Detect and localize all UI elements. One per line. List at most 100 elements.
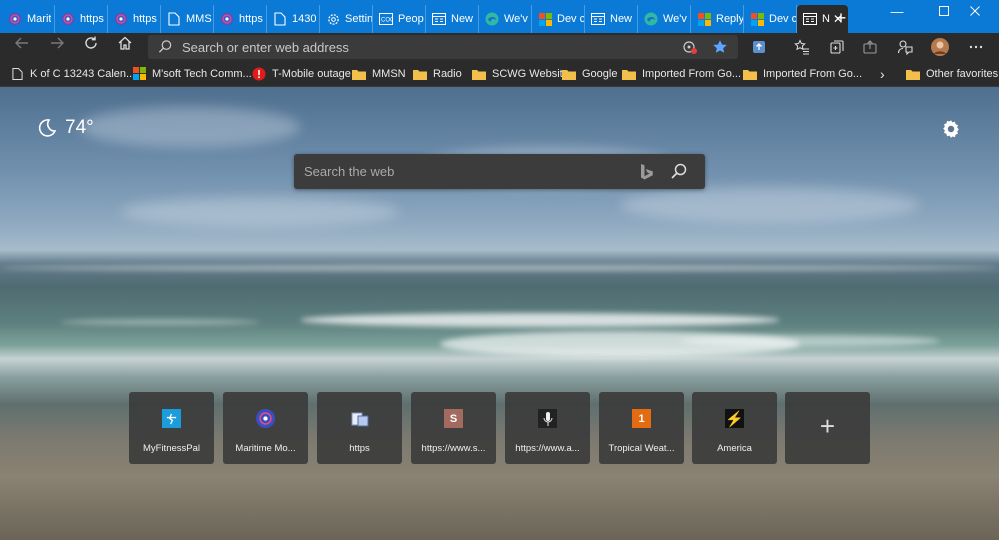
- favorite-star-icon[interactable]: [712, 39, 728, 55]
- address-bar[interactable]: Search or enter web address: [148, 35, 738, 59]
- minimize-button[interactable]: —: [874, 0, 920, 24]
- folder-icon: [622, 67, 636, 81]
- weather-widget[interactable]: 74°: [37, 117, 94, 139]
- other-favorites-folder[interactable]: Other favorites: [906, 65, 998, 82]
- refresh-button[interactable]: [78, 35, 104, 59]
- search-submit-icon[interactable]: [670, 162, 688, 180]
- tab-strip: Marit https https MMS https 1430 Settin COC Peop…: [2, 5, 848, 33]
- page-settings-button[interactable]: [940, 118, 962, 140]
- tropical-weather-icon: 1: [632, 409, 651, 428]
- tab[interactable]: https: [55, 5, 108, 33]
- quick-link-tile[interactable]: MyFitnessPal: [129, 392, 214, 464]
- navigation-bar: Search or enter web address: [0, 33, 999, 61]
- svg-text:COC: COC: [381, 18, 393, 24]
- tab[interactable]: Reply: [691, 5, 744, 33]
- tab[interactable]: https: [108, 5, 161, 33]
- favorite-item[interactable]: M'soft Tech Comm...: [132, 65, 252, 82]
- web-search-box[interactable]: Search the web: [294, 154, 705, 189]
- tab-title: https: [80, 13, 104, 25]
- edge-icon: [644, 12, 658, 26]
- profile-button[interactable]: [929, 36, 951, 58]
- tab-title: https: [239, 13, 263, 25]
- tab-title: Dev c: [557, 13, 584, 25]
- favorites-overflow-button[interactable]: ›: [880, 65, 885, 82]
- tab[interactable]: We'v: [638, 5, 691, 33]
- s-letter-icon: S: [444, 409, 463, 428]
- tab[interactable]: Marit: [2, 5, 55, 33]
- quick-link-tile[interactable]: ⚡ America: [692, 392, 777, 464]
- tab[interactable]: We'v: [479, 5, 532, 33]
- tab[interactable]: Settin: [320, 5, 373, 33]
- tab[interactable]: New: [426, 5, 479, 33]
- back-arrow-icon: [15, 37, 28, 49]
- add-quick-link-button[interactable]: +: [785, 392, 870, 464]
- tab-title: Reply: [716, 13, 743, 25]
- back-button[interactable]: [9, 35, 35, 59]
- close-window-button[interactable]: [952, 0, 998, 24]
- tab-title: New: [610, 13, 633, 25]
- refresh-icon: [85, 36, 97, 49]
- moon-icon: [38, 119, 57, 137]
- tab-title: New: [451, 13, 474, 25]
- tab[interactable]: https: [214, 5, 267, 33]
- tab[interactable]: COC Peop: [373, 5, 426, 33]
- favorite-label: K of C 13243 Calen...: [30, 67, 136, 80]
- favorite-label: Google: [582, 67, 618, 80]
- new-tab-button[interactable]: +: [830, 7, 852, 29]
- tab[interactable]: MMS: [161, 5, 214, 33]
- quick-link-tile[interactable]: Shttps://www.s...: [411, 392, 496, 464]
- extension-button[interactable]: [748, 36, 770, 58]
- quick-link-tile[interactable]: https: [317, 392, 402, 464]
- home-icon: [118, 36, 132, 50]
- quick-link-label: MyFitnessPal: [142, 443, 200, 454]
- home-button[interactable]: [112, 35, 138, 59]
- more-menu-button[interactable]: [965, 36, 987, 58]
- favorite-item[interactable]: MMSN: [352, 65, 406, 82]
- favorites-button[interactable]: [791, 36, 813, 58]
- gear-icon: [943, 120, 959, 138]
- favorite-label: T-Mobile outage: [272, 67, 351, 80]
- favorite-item[interactable]: Radio: [413, 65, 462, 82]
- microsoft-icon: [750, 12, 764, 26]
- folder-icon: [472, 67, 486, 81]
- quick-link-label: Tropical Weat...: [608, 443, 675, 454]
- folder-icon: [352, 67, 366, 81]
- title-bar: Marit https https MMS https 1430 Settin COC Peop…: [0, 0, 999, 36]
- quick-link-tile[interactable]: Maritime Mo...: [223, 392, 308, 464]
- microsoft-icon: [538, 12, 552, 26]
- lightning-icon: ⚡: [725, 409, 744, 428]
- favorite-item[interactable]: SCWG Website: [472, 65, 569, 82]
- tab-title: Marit: [27, 13, 52, 25]
- bing-icon: [641, 164, 653, 180]
- favorite-item[interactable]: Google: [562, 65, 617, 82]
- favorite-item[interactable]: Imported From Go...: [622, 65, 741, 82]
- folder-icon: [562, 67, 576, 81]
- favorite-item[interactable]: T-Mobile outage: [252, 65, 351, 82]
- feedback-button[interactable]: [894, 36, 916, 58]
- favorite-label: Imported From Go...: [763, 67, 863, 80]
- quick-link-tile[interactable]: 1 Tropical Weat...: [599, 392, 684, 464]
- plus-icon: +: [819, 411, 836, 441]
- page-icon: [350, 409, 369, 428]
- tab[interactable]: Dev c: [744, 5, 797, 33]
- favorite-label: SCWG Website: [492, 67, 569, 80]
- favorite-label: MMSN: [372, 67, 406, 80]
- tab-title: N: [822, 13, 830, 25]
- favorite-item[interactable]: Imported From Go...: [743, 65, 862, 82]
- other-favorites-label: Other favorites: [926, 67, 999, 80]
- favorite-item[interactable]: K of C 13243 Calen...: [10, 65, 135, 82]
- share-button[interactable]: [859, 36, 881, 58]
- maritime-logo-icon: [220, 12, 234, 26]
- close-icon: [970, 6, 980, 16]
- edge-icon: [485, 12, 499, 26]
- forward-button[interactable]: [44, 35, 70, 59]
- tab[interactable]: New: [585, 5, 638, 33]
- quick-link-tile[interactable]: https://www.a...: [505, 392, 590, 464]
- quick-link-label: America: [717, 443, 752, 454]
- profile-avatar: [931, 38, 949, 56]
- tab[interactable]: 1430: [267, 5, 320, 33]
- address-placeholder: Search or enter web address: [182, 40, 349, 55]
- tracking-icon[interactable]: [682, 39, 698, 55]
- tab[interactable]: Dev c: [532, 5, 585, 33]
- collections-button[interactable]: [826, 36, 848, 58]
